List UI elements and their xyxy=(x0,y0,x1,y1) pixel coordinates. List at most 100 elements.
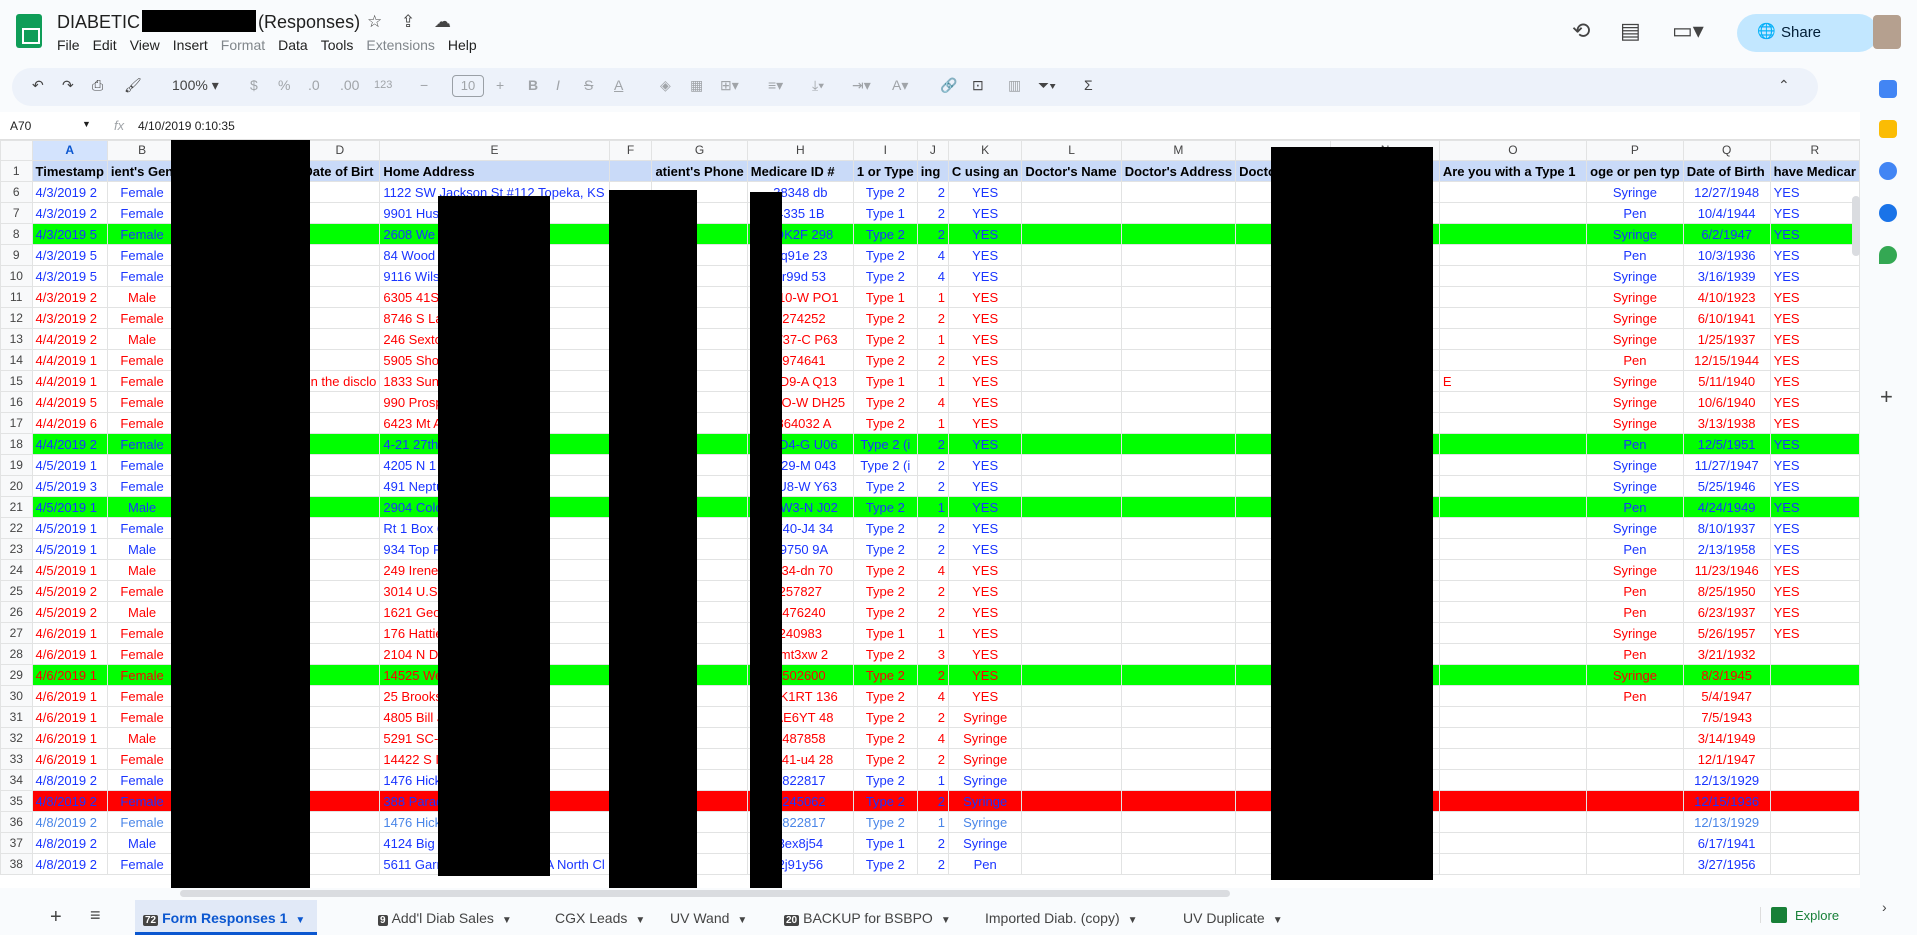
explore-button[interactable]: Explore xyxy=(1760,907,1839,923)
menu-item-format[interactable]: Format xyxy=(221,37,265,53)
cell[interactable]: 4/5/2019 1 xyxy=(31,454,108,476)
cell[interactable]: 4 xyxy=(916,559,949,581)
cell[interactable] xyxy=(299,433,381,455)
cell[interactable]: 1 xyxy=(916,286,949,308)
cell[interactable] xyxy=(1438,328,1588,350)
cell[interactable] xyxy=(1120,748,1237,770)
cell[interactable]: Syringe xyxy=(1586,286,1684,308)
cell[interactable]: 1 xyxy=(916,370,949,392)
maps-icon[interactable] xyxy=(1879,246,1897,264)
contacts-icon[interactable] xyxy=(1879,204,1897,222)
cell[interactable] xyxy=(1021,181,1122,203)
cell[interactable]: YES xyxy=(947,601,1023,623)
cell[interactable]: YES xyxy=(947,223,1023,245)
cell[interactable]: YES xyxy=(947,307,1023,329)
column-header-f[interactable]: F xyxy=(608,140,653,161)
cell[interactable]: 2 xyxy=(916,538,949,560)
cell[interactable]: Syringe xyxy=(1586,181,1684,203)
row-header[interactable]: 30 xyxy=(0,685,33,707)
cell[interactable] xyxy=(1021,433,1122,455)
vertical-align-icon[interactable]: ⤓▾ xyxy=(812,77,824,94)
cell[interactable]: 3/21/1932 xyxy=(1682,643,1771,665)
print-icon[interactable]: ⎙ xyxy=(92,77,103,94)
cell[interactable] xyxy=(299,223,381,245)
cell[interactable] xyxy=(299,853,381,875)
cell[interactable]: 2 xyxy=(916,748,949,770)
cell[interactable] xyxy=(299,454,381,476)
cell[interactable] xyxy=(1438,412,1588,434)
avatar[interactable] xyxy=(1873,15,1901,49)
cell[interactable] xyxy=(1438,307,1588,329)
cell[interactable] xyxy=(299,517,381,539)
cell[interactable]: 3/16/1939 xyxy=(1682,265,1771,287)
cell[interactable]: 4/3/2019 5 xyxy=(31,244,108,266)
cell[interactable]: Female xyxy=(106,811,178,833)
cell[interactable] xyxy=(1769,706,1860,728)
cell[interactable] xyxy=(1586,748,1684,770)
add-addon-icon[interactable]: + xyxy=(1880,384,1893,410)
cell[interactable] xyxy=(1021,244,1122,266)
cell[interactable]: 12/15/1944 xyxy=(1682,349,1771,371)
cell[interactable] xyxy=(1120,496,1237,518)
cell[interactable]: Pen xyxy=(1586,643,1684,665)
cell[interactable]: YES xyxy=(947,496,1023,518)
menu-item-extensions[interactable]: Extensions xyxy=(366,37,434,53)
cell[interactable]: YES xyxy=(947,391,1023,413)
cell[interactable]: 2 xyxy=(916,223,949,245)
cell[interactable]: Type 2 xyxy=(852,580,918,602)
row-header[interactable]: 6 xyxy=(0,181,33,203)
cell[interactable]: Male xyxy=(106,328,178,350)
cell[interactable]: 3/13/1938 xyxy=(1682,412,1771,434)
insert-chart-icon[interactable]: ▥ xyxy=(1008,77,1021,94)
row-header[interactable]: 24 xyxy=(0,559,33,581)
cell[interactable]: Female xyxy=(106,454,178,476)
cell[interactable]: 4/5/2019 1 xyxy=(31,538,108,560)
cell[interactable]: 4/5/2019 1 xyxy=(31,496,108,518)
menu-item-file[interactable]: File xyxy=(57,37,80,53)
cell[interactable]: 3/27/1956 xyxy=(1682,853,1771,875)
cell[interactable]: 4/8/2019 2 xyxy=(31,769,108,791)
cell[interactable] xyxy=(1586,811,1684,833)
comments-icon[interactable]: ▤ xyxy=(1620,18,1641,44)
cell[interactable] xyxy=(1438,832,1588,854)
cell[interactable] xyxy=(1769,748,1860,770)
cell[interactable]: Syringe xyxy=(1586,454,1684,476)
cell[interactable]: Date of Birt xyxy=(299,160,381,182)
cell[interactable] xyxy=(1120,307,1237,329)
cell[interactable] xyxy=(1120,832,1237,854)
cell[interactable] xyxy=(1021,223,1122,245)
cell[interactable] xyxy=(1769,811,1860,833)
cell[interactable]: 4/3/2019 2 xyxy=(31,202,108,224)
cell[interactable] xyxy=(299,790,381,812)
cell[interactable]: YES xyxy=(1769,328,1860,350)
row-header[interactable]: 26 xyxy=(0,601,33,623)
cell[interactable]: Female xyxy=(106,202,178,224)
cell[interactable]: Syringe xyxy=(1586,517,1684,539)
cell[interactable]: YES xyxy=(947,181,1023,203)
row-header[interactable]: 7 xyxy=(0,202,33,224)
cell[interactable]: YES xyxy=(1769,391,1860,413)
cell[interactable] xyxy=(1021,370,1122,392)
expand-panel-icon[interactable]: › xyxy=(1882,899,1887,915)
sheet-tab[interactable]: 9 Add'l Diab Sales ▼ xyxy=(378,900,512,935)
cell[interactable]: 2 xyxy=(916,706,949,728)
cell[interactable]: Syringe xyxy=(1586,265,1684,287)
cell[interactable] xyxy=(1021,790,1122,812)
cell[interactable] xyxy=(1120,811,1237,833)
cell[interactable] xyxy=(1021,706,1122,728)
cell[interactable]: Type 2 xyxy=(852,475,918,497)
cell[interactable] xyxy=(1438,538,1588,560)
keep-icon[interactable] xyxy=(1879,120,1897,138)
insert-comment-icon[interactable]: ⊡ xyxy=(972,77,984,94)
cell[interactable]: Female xyxy=(106,517,178,539)
cell[interactable]: Female xyxy=(106,685,178,707)
cell[interactable]: Syringe xyxy=(1586,475,1684,497)
star-icon[interactable]: ☆ xyxy=(367,12,382,31)
cell[interactable]: 10/3/1936 xyxy=(1682,244,1771,266)
cell[interactable]: Pen xyxy=(1586,580,1684,602)
decrease-decimal-button[interactable]: .0 xyxy=(308,77,320,93)
row-header[interactable]: 25 xyxy=(0,580,33,602)
cell[interactable]: 4/3/2019 2 xyxy=(31,286,108,308)
cell[interactable] xyxy=(1586,853,1684,875)
cell[interactable] xyxy=(1438,265,1588,287)
